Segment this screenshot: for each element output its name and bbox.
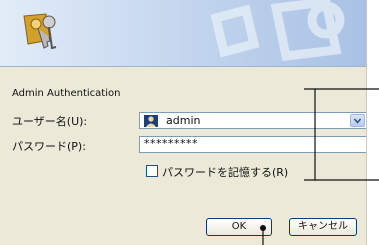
dialog-banner [0,0,366,67]
remember-password-label[interactable]: パスワードを記憶する(R) [162,164,288,180]
remember-password-checkbox[interactable] [146,165,158,177]
username-label: ユーザー名(U): [12,115,88,128]
password-value: ********* [144,137,198,150]
username-combobox[interactable]: admin [139,112,366,129]
user-icon [144,115,158,127]
keys-icon [23,13,57,50]
dialog-title: Admin Authentication [12,88,121,99]
username-dropdown-button[interactable] [350,114,365,127]
chevron-down-icon [354,118,361,124]
password-label: パスワード(P): [12,140,86,153]
password-input[interactable]: ********* [139,136,366,153]
cancel-button[interactable]: キャンセル [289,218,357,236]
banner-watermark [210,0,345,61]
login-dialog: Admin Authentication ユーザー名(U): admin パスワ… [0,0,367,245]
username-value: admin [166,114,201,127]
ok-button[interactable]: OK [206,218,272,236]
